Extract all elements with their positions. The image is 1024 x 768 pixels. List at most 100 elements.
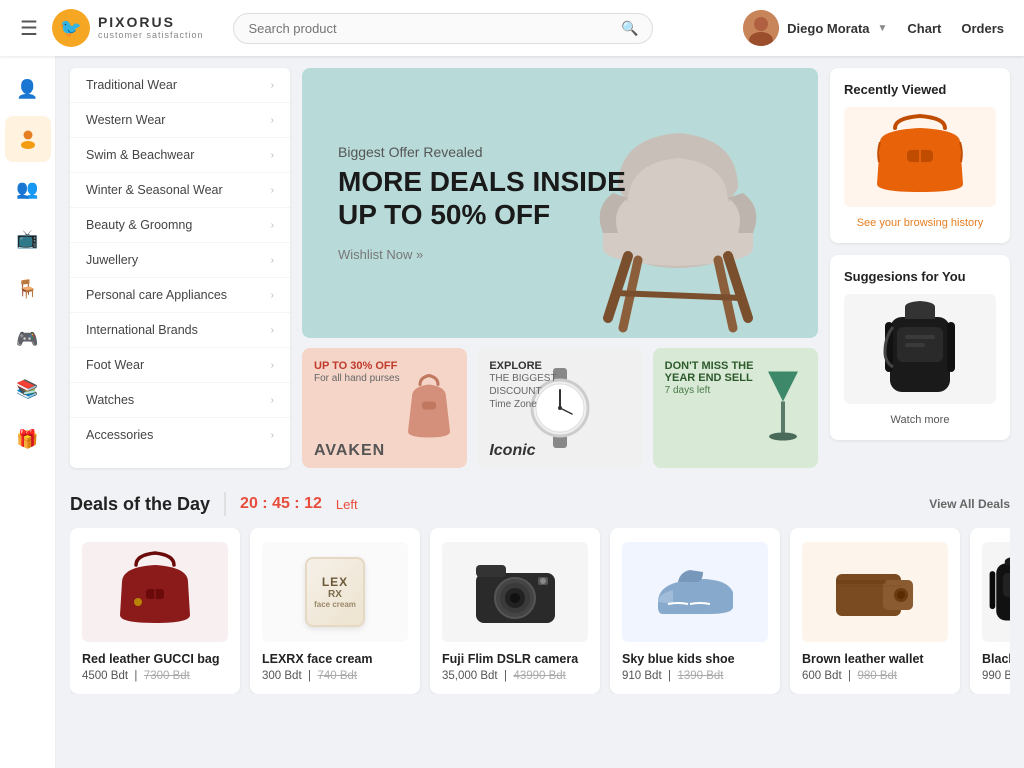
handbag-image (402, 372, 457, 445)
deals-section: Deals of the Day 20 : 45 : 12 Left View … (56, 480, 1024, 708)
mini-banner-watch[interactable]: EXPLORE THE BIGGEST DISCOUNT Time Zone (477, 348, 642, 468)
deal-card-wallet[interactable]: Brown leather wallet 600 Bdt | 980 Bdt (790, 528, 960, 694)
deal-1-price: 4500 Bdt | 7300 Bdt (82, 670, 228, 682)
chart-nav[interactable]: Chart (907, 21, 941, 36)
sidebar-item-tv[interactable]: 📺 (5, 216, 51, 262)
logo[interactable]: 🐦 PIXORUS customer satisfaction (52, 9, 204, 47)
deals-title: Deals of the Day (70, 494, 210, 515)
suggestions-title: Suggesions for You (844, 269, 996, 284)
category-foot-wear[interactable]: Foot Wear › (70, 348, 290, 383)
category-personal-care[interactable]: Personal care Appliances › (70, 278, 290, 313)
category-swim-beachwear[interactable]: Swim & Beachwear › (70, 138, 290, 173)
deals-timer: 20 : 45 : 12 (240, 495, 322, 513)
user-info[interactable]: Diego Morata ▼ (743, 10, 887, 46)
deal-3-name: Fuji Flim DSLR camera (442, 652, 588, 666)
deals-divider (224, 492, 226, 516)
suggestions-card: Suggesions for You (830, 255, 1010, 440)
chevron-right-icon: › (271, 430, 274, 441)
chevron-down-icon: ▼ (878, 23, 888, 34)
deal-kids-shoe-image (622, 542, 768, 642)
chevron-right-icon: › (271, 325, 274, 336)
mini-banner-1-text: UP TO 30% OFF For all hand purses (314, 360, 400, 385)
logo-icon: 🐦 (52, 9, 90, 47)
deal-6-price: 990 Bdt (982, 670, 1010, 682)
suggestion-image (844, 294, 996, 404)
main-layout: 👤 👥 📺 🪑 🎮 📚 🎁 Traditional Wear › W (0, 56, 1024, 768)
deal-card-gucci-bag[interactable]: Red leather GUCCI bag 4500 Bdt | 7300 Bd… (70, 528, 240, 694)
chevron-right-icon: › (271, 185, 274, 196)
hero-main-text: MORE DEALS INSIDE UP TO 50% OFF (338, 166, 626, 230)
sidebar-item-user[interactable]: 👤 (5, 66, 51, 112)
mini-banner-3-tag: DON'T MISS THE YEAR END SELL (665, 360, 754, 384)
hero-banner[interactable]: Biggest Offer Revealed MORE DEALS INSIDE… (302, 68, 818, 338)
deal-card-black[interactable]: Black 990 Bdt (970, 528, 1010, 694)
browse-history-link[interactable]: See your browsing history (844, 217, 996, 229)
sidebar-item-gaming[interactable]: 🎮 (5, 316, 51, 362)
chevron-right-icon: › (271, 395, 274, 406)
category-traditional-wear[interactable]: Traditional Wear › (70, 68, 290, 103)
deal-6-name: Black (982, 652, 1010, 666)
cream-jar-visual: LEX RX face cream (305, 557, 365, 627)
view-all-deals-link[interactable]: View All Deals (929, 497, 1010, 511)
tagline: customer satisfaction (98, 31, 204, 41)
deal-face-cream-image: LEX RX face cream (262, 542, 408, 642)
mini-banner-3-sub: 7 days left (665, 384, 754, 397)
mini-banner-1-brand: AVAKEN (314, 442, 385, 460)
mini-banners: UP TO 30% OFF For all hand purses AVAKEN (302, 348, 818, 468)
mini-banner-2-brand: Iconic (489, 442, 535, 460)
category-accessories[interactable]: Accessories › (70, 418, 290, 452)
chevron-right-icon: › (271, 115, 274, 126)
deal-card-face-cream[interactable]: LEX RX face cream LEXRX face cream 300 B… (250, 528, 420, 694)
search-input[interactable] (248, 21, 621, 36)
mini-banner-1-sub: For all hand purses (314, 372, 400, 385)
search-icon: 🔍 (621, 20, 638, 37)
deal-gucci-bag-image (82, 542, 228, 642)
chevron-right-icon: › (271, 80, 274, 91)
mini-banner-2-sub: THE BIGGEST DISCOUNT Time Zone (489, 372, 556, 411)
sidebar-item-customers[interactable]: 👥 (5, 166, 51, 212)
sidebar-item-books[interactable]: 📚 (5, 366, 51, 412)
mini-banner-3-text: DON'T MISS THE YEAR END SELL 7 days left (665, 360, 754, 397)
user-name: Diego Morata (787, 21, 869, 36)
hero-cta-button[interactable]: Wishlist Now » (338, 247, 423, 262)
recently-viewed-card: Recently Viewed See your browsing histo (830, 68, 1010, 243)
deal-5-name: Brown leather wallet (802, 652, 948, 666)
hero-subtitle: Biggest Offer Revealed (338, 144, 626, 160)
mini-banner-handbag[interactable]: UP TO 30% OFF For all hand purses AVAKEN (302, 348, 467, 468)
category-winter-wear[interactable]: Winter & Seasonal Wear › (70, 173, 290, 208)
category-menu: Traditional Wear › Western Wear › Swim &… (70, 68, 290, 468)
category-juwellery[interactable]: Juwellery › (70, 243, 290, 278)
watch-more-link[interactable]: Watch more (844, 414, 996, 426)
mini-banner-lamp[interactable]: DON'T MISS THE YEAR END SELL 7 days left (653, 348, 818, 468)
deal-camera-image (442, 542, 588, 642)
category-western-wear[interactable]: Western Wear › (70, 103, 290, 138)
hamburger-button[interactable]: ☰ (20, 16, 38, 41)
mini-banner-2-text: EXPLORE THE BIGGEST DISCOUNT Time Zone (489, 360, 556, 411)
sidebar-item-gifts[interactable]: 🎁 (5, 416, 51, 462)
deal-5-price: 600 Bdt | 980 Bdt (802, 670, 948, 682)
category-watches[interactable]: Watches › (70, 383, 290, 418)
avatar (743, 10, 779, 46)
sidebar-item-furniture[interactable]: 🪑 (5, 266, 51, 312)
deal-3-price: 35,000 Bdt | 43990 Bdt (442, 670, 588, 682)
chevron-right-icon: › (271, 360, 274, 371)
sidebar-icons: 👤 👥 📺 🪑 🎮 📚 🎁 (0, 56, 56, 768)
search-bar[interactable]: 🔍 (233, 13, 653, 44)
brand-name: PIXORUS (98, 15, 204, 30)
deal-card-camera[interactable]: Fuji Flim DSLR camera 35,000 Bdt | 43990… (430, 528, 600, 694)
category-international-brands[interactable]: International Brands › (70, 313, 290, 348)
recently-viewed-title: Recently Viewed (844, 82, 996, 97)
chevron-right-icon: › (271, 255, 274, 266)
deal-card-kids-shoe[interactable]: Sky blue kids shoe 910 Bdt | 1390 Bdt (610, 528, 780, 694)
mini-banner-1-tag: UP TO 30% OFF (314, 360, 400, 372)
deal-2-price: 300 Bdt | 740 Bdt (262, 670, 408, 682)
deal-1-name: Red leather GUCCI bag (82, 652, 228, 666)
hero-area: Biggest Offer Revealed MORE DEALS INSIDE… (302, 68, 818, 468)
top-section: Traditional Wear › Western Wear › Swim &… (56, 56, 1024, 480)
sidebar-item-person[interactable] (5, 116, 51, 162)
deal-4-price: 910 Bdt | 1390 Bdt (622, 670, 768, 682)
category-beauty[interactable]: Beauty & Groomng › (70, 208, 290, 243)
orders-nav[interactable]: Orders (961, 21, 1004, 36)
header: ☰ 🐦 PIXORUS customer satisfaction 🔍 Dieg… (0, 0, 1024, 56)
deals-left-label: Left (336, 497, 358, 512)
